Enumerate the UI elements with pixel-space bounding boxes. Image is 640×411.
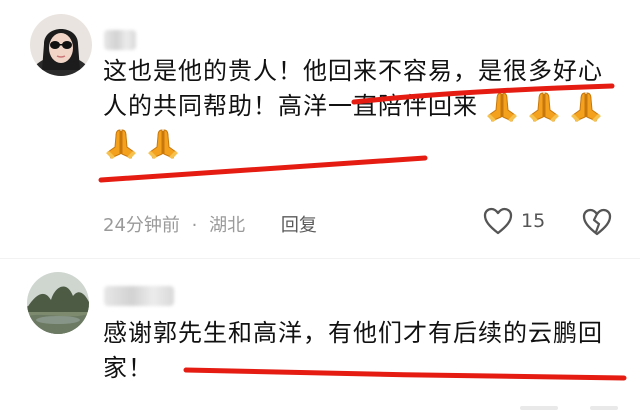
comment-text-line-2: 家！ [103, 354, 153, 382]
comment-text-line-1: 感谢郭先生和高洋，有他们才有后续的云鹏回 [103, 319, 603, 347]
heart-outline-icon [483, 207, 513, 235]
timestamp: 24分钟前 [103, 215, 180, 236]
praying-hands-icon [487, 92, 517, 122]
partial-meta-placeholder [590, 406, 618, 410]
praying-hands-icon [106, 129, 136, 159]
like-button[interactable]: 15 [483, 207, 545, 235]
avatar[interactable] [30, 14, 92, 76]
location: 湖北 [209, 215, 246, 236]
avatar[interactable] [27, 272, 89, 334]
praying-hands-icon [529, 92, 559, 122]
username-blurred[interactable] [104, 30, 136, 50]
praying-hands-icon [571, 92, 601, 122]
username-blurred[interactable] [104, 286, 174, 306]
like-count: 15 [521, 210, 546, 232]
emoji-group [478, 92, 604, 122]
comment-divider [0, 258, 640, 259]
dislike-button[interactable] [582, 208, 612, 240]
comment-text-line-1: 这也是他的贵人！他回来不容易，是很多好心 [103, 57, 603, 85]
broken-heart-icon [582, 208, 612, 236]
reply-button[interactable]: 回复 [281, 215, 317, 236]
emoji-line [97, 126, 604, 161]
comment-meta: 24分钟前 · 湖北 回复 [103, 211, 323, 237]
meta-separator: · [191, 215, 198, 236]
comment-text: 感谢郭先生和高洋，有他们才有后续的云鹏回 家！ [103, 316, 603, 386]
comment-text: 这也是他的贵人！他回来不容易，是很多好心 人的共同帮助！高洋一直陪伴回来 [103, 54, 604, 161]
comment-text-line-2: 人的共同帮助！高洋一直陪伴回来 [103, 89, 604, 124]
partial-meta-placeholder [520, 406, 558, 410]
praying-hands-icon [148, 129, 178, 159]
